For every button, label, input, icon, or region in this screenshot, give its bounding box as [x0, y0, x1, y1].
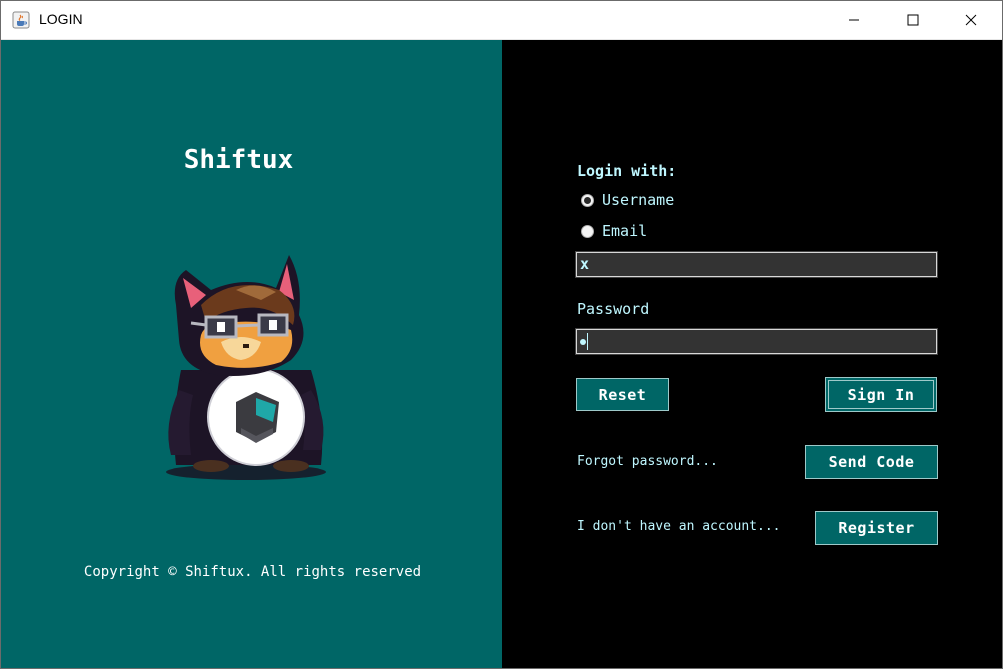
branding-panel: Shiftux Copyright © Shiftux. All rights … [1, 40, 502, 668]
app-name: Shiftux [183, 145, 294, 175]
copyright-text: Copyright © Shiftux. All rights reserved [83, 564, 422, 580]
maximize-button[interactable] [890, 1, 936, 39]
window-title: LOGIN [39, 11, 83, 27]
login-form-panel: Login with: Username Email x Password Re… [502, 40, 1002, 668]
close-button[interactable] [948, 1, 994, 39]
minimize-icon [849, 19, 859, 21]
radio-selected-icon[interactable] [581, 193, 594, 207]
title-bar[interactable]: LOGIN [1, 1, 1002, 40]
email-radio-label: Email [602, 222, 648, 240]
sign-in-button[interactable]: Sign In [825, 377, 937, 412]
forgot-password-text: Forgot password... [577, 454, 718, 469]
password-mask-dot [580, 338, 586, 345]
email-radio[interactable]: Email [581, 222, 647, 240]
username-radio-label: Username [602, 191, 675, 209]
no-account-text: I don't have an account... [577, 519, 781, 534]
maximize-icon [907, 14, 919, 26]
cat-mascot-icon [166, 255, 326, 480]
password-input[interactable] [575, 328, 938, 355]
register-button[interactable]: Register [815, 511, 938, 545]
java-cup-icon [12, 11, 30, 29]
username-input-value: x [580, 255, 590, 273]
close-icon [965, 14, 977, 26]
username-radio[interactable]: Username [581, 191, 674, 209]
radio-unselected-icon[interactable] [581, 224, 594, 238]
text-caret [587, 333, 588, 350]
send-code-button[interactable]: Send Code [805, 445, 938, 479]
password-label: Password [577, 300, 650, 318]
username-input[interactable]: x [575, 251, 938, 278]
login-with-label: Login with: [577, 162, 677, 180]
minimize-button[interactable] [831, 1, 877, 39]
login-window: LOGIN Shiftux Copyright © Shiftux. All r… [0, 0, 1003, 669]
reset-button[interactable]: Reset [576, 378, 669, 411]
